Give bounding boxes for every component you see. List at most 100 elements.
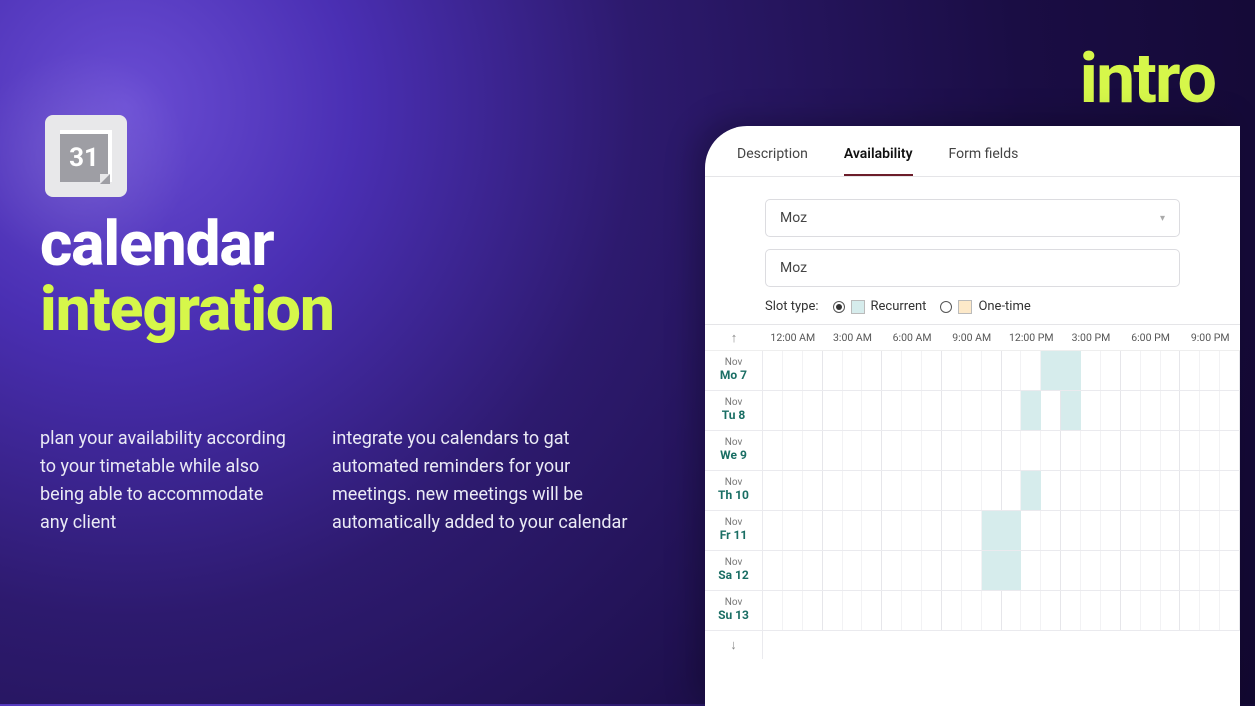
- grid-cell[interactable]: [1021, 591, 1041, 630]
- grid-cell[interactable]: [962, 471, 982, 510]
- grid-cell[interactable]: [882, 431, 902, 470]
- grid-cell[interactable]: [1002, 431, 1022, 470]
- grid-cell[interactable]: [783, 391, 803, 430]
- grid-cell[interactable]: [843, 431, 863, 470]
- grid-cell[interactable]: [882, 511, 902, 550]
- grid-cell[interactable]: [982, 471, 1002, 510]
- grid-cell[interactable]: [1021, 511, 1041, 550]
- grid-cell[interactable]: [1081, 511, 1101, 550]
- grid-cell[interactable]: [803, 351, 823, 390]
- grid-cell[interactable]: [902, 511, 922, 550]
- grid-cell[interactable]: [1101, 351, 1121, 390]
- grid-cell[interactable]: [823, 551, 843, 590]
- grid-cell[interactable]: [1121, 591, 1141, 630]
- grid-cell[interactable]: [1002, 591, 1022, 630]
- grid-cell[interactable]: [823, 591, 843, 630]
- grid-cell[interactable]: [942, 471, 962, 510]
- grid-cell[interactable]: [1141, 471, 1161, 510]
- grid-cell[interactable]: [902, 431, 922, 470]
- grid-cell[interactable]: [862, 431, 882, 470]
- availability-slot[interactable]: [1041, 351, 1061, 390]
- grid-cell[interactable]: [922, 431, 942, 470]
- grid-cell[interactable]: [763, 431, 783, 470]
- availability-slot[interactable]: [1021, 471, 1041, 510]
- grid-cell[interactable]: [1041, 431, 1061, 470]
- tab-description[interactable]: Description: [737, 146, 808, 176]
- grid-cell[interactable]: [803, 511, 823, 550]
- grid-cell[interactable]: [1002, 391, 1022, 430]
- grid-cell[interactable]: [1161, 511, 1181, 550]
- grid-cell[interactable]: [783, 351, 803, 390]
- grid-cell[interactable]: [803, 391, 823, 430]
- grid-cell[interactable]: [1141, 431, 1161, 470]
- grid-cell[interactable]: [1200, 431, 1220, 470]
- grid-cell[interactable]: [942, 591, 962, 630]
- scroll-up-button[interactable]: ↑: [705, 330, 763, 346]
- grid-cell[interactable]: [1061, 511, 1081, 550]
- grid-cell[interactable]: [1121, 511, 1141, 550]
- grid-cell[interactable]: [763, 511, 783, 550]
- grid-cell[interactable]: [1200, 391, 1220, 430]
- grid-cell[interactable]: [823, 351, 843, 390]
- grid-cell[interactable]: [1220, 471, 1240, 510]
- grid-cell[interactable]: [1161, 551, 1181, 590]
- grid-cell[interactable]: [922, 391, 942, 430]
- grid-cell[interactable]: [1081, 351, 1101, 390]
- grid-cell[interactable]: [803, 471, 823, 510]
- grid-cell[interactable]: [1200, 471, 1220, 510]
- grid-cell[interactable]: [1220, 591, 1240, 630]
- grid-cell[interactable]: [862, 551, 882, 590]
- grid-cell[interactable]: [1041, 391, 1061, 430]
- grid-cell[interactable]: [1161, 351, 1181, 390]
- grid-cell[interactable]: [942, 511, 962, 550]
- grid-cell[interactable]: [1200, 351, 1220, 390]
- scroll-down-button[interactable]: ↓: [705, 631, 763, 659]
- grid-cell[interactable]: [882, 391, 902, 430]
- grid-cell[interactable]: [1141, 591, 1161, 630]
- grid-cell[interactable]: [843, 591, 863, 630]
- grid-cell[interactable]: [862, 511, 882, 550]
- grid-cell[interactable]: [962, 591, 982, 630]
- grid-cell[interactable]: [942, 431, 962, 470]
- grid-cell[interactable]: [803, 551, 823, 590]
- grid-cell[interactable]: [1101, 551, 1121, 590]
- grid-cell[interactable]: [902, 391, 922, 430]
- grid-cell[interactable]: [1061, 431, 1081, 470]
- grid-cell[interactable]: [803, 591, 823, 630]
- grid-cell[interactable]: [922, 511, 942, 550]
- grid-cell[interactable]: [1061, 591, 1081, 630]
- grid-cell[interactable]: [962, 431, 982, 470]
- grid-cell[interactable]: [1180, 591, 1200, 630]
- grid-cell[interactable]: [823, 391, 843, 430]
- grid-cell[interactable]: [1121, 471, 1141, 510]
- grid-cell[interactable]: [1161, 591, 1181, 630]
- availability-slot[interactable]: [1021, 391, 1041, 430]
- grid-cell[interactable]: [1180, 471, 1200, 510]
- grid-cell[interactable]: [862, 591, 882, 630]
- grid-cell[interactable]: [882, 471, 902, 510]
- grid-cell[interactable]: [862, 391, 882, 430]
- grid-cell[interactable]: [1101, 511, 1121, 550]
- grid-cell[interactable]: [843, 511, 863, 550]
- tab-form-fields[interactable]: Form fields: [949, 146, 1019, 176]
- grid-cell[interactable]: [1041, 471, 1061, 510]
- slot-type-recurrent[interactable]: Recurrent: [833, 299, 927, 314]
- grid-cell[interactable]: [942, 351, 962, 390]
- grid-cell[interactable]: [922, 471, 942, 510]
- grid-cell[interactable]: [1041, 551, 1061, 590]
- grid-cell[interactable]: [823, 471, 843, 510]
- grid-cell[interactable]: [1041, 511, 1061, 550]
- grid-cell[interactable]: [1081, 471, 1101, 510]
- grid-cell[interactable]: [1101, 591, 1121, 630]
- grid-cell[interactable]: [922, 591, 942, 630]
- grid-cell[interactable]: [1121, 431, 1141, 470]
- availability-slot[interactable]: [982, 511, 1022, 550]
- grid-cell[interactable]: [982, 351, 1002, 390]
- grid-cell[interactable]: [1180, 431, 1200, 470]
- grid-cell[interactable]: [1121, 351, 1141, 390]
- grid-cell[interactable]: [823, 431, 843, 470]
- grid-cell[interactable]: [1200, 511, 1220, 550]
- grid-cell[interactable]: [1121, 391, 1141, 430]
- tab-availability[interactable]: Availability: [844, 146, 913, 176]
- grid-cell[interactable]: [922, 351, 942, 390]
